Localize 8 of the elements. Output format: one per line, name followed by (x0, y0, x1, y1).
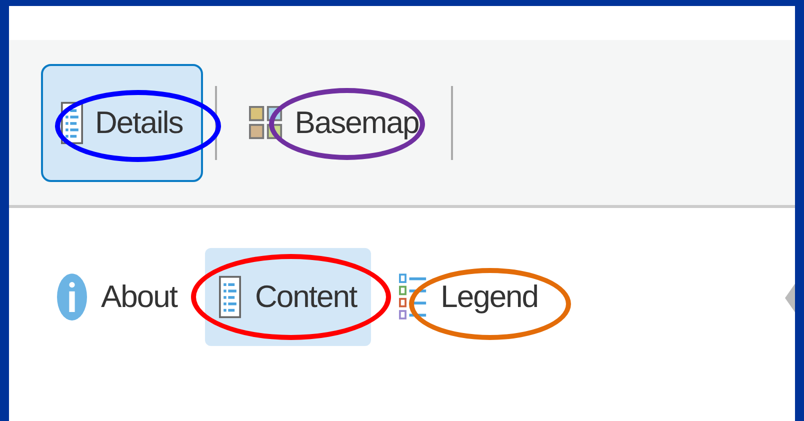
map-grid-icon (248, 106, 283, 140)
info-icon (57, 273, 87, 321)
document-list-icon (219, 275, 242, 319)
panel-tab[interactable]: Content (205, 248, 371, 346)
panel-tab[interactable]: About (43, 248, 192, 346)
toolbar-button[interactable]: Details (41, 64, 203, 182)
toolbar-button[interactable]: Basemap (228, 64, 439, 182)
panel-tab[interactable]: Legend (384, 248, 552, 346)
